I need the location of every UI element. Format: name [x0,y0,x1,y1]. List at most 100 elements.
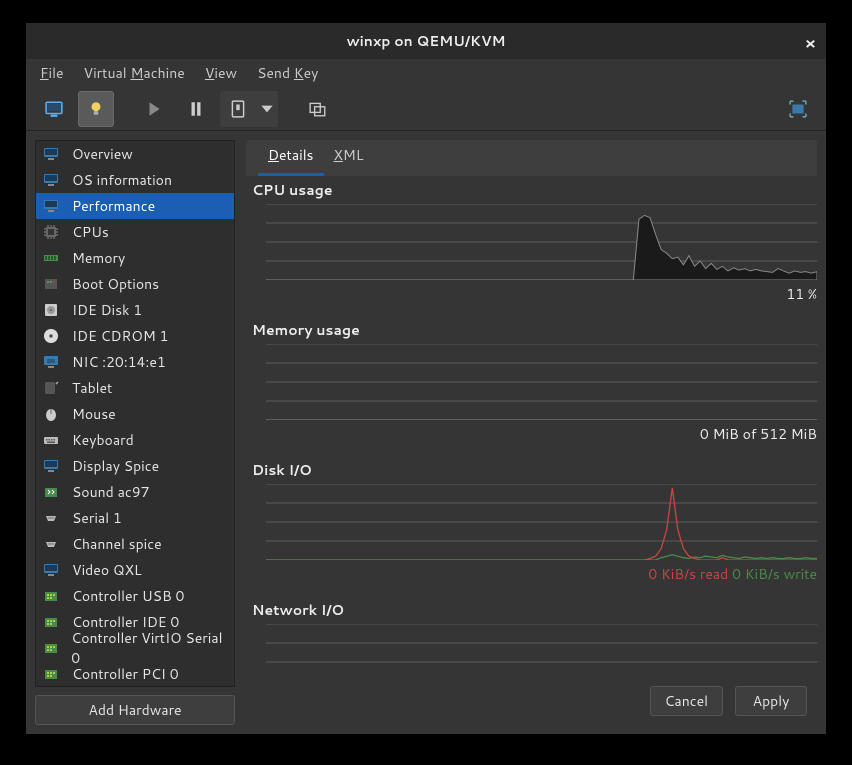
controller-icon [40,639,61,657]
cancel-button[interactable]: Cancel [650,686,724,716]
disk-io-title: Disk I/O [252,460,817,480]
monitor-icon [45,100,63,118]
sidebar-item-label: OS information [72,170,172,190]
apply-button[interactable]: Apply [735,686,807,716]
sidebar-item-label: Channel spice [72,534,162,554]
disk-icon [40,301,62,319]
monitor-icon [40,145,62,163]
sound-icon [40,483,62,501]
disk-io-chart [266,484,817,560]
memory-usage-chart [266,344,817,420]
fullscreen-button[interactable] [780,91,816,127]
sidebar-item-label: Performance [72,196,155,216]
menu-view[interactable]: View [197,61,245,85]
sidebar-item-channel-spice[interactable]: Channel spice [36,531,234,557]
snapshots-button[interactable] [300,91,336,127]
monitor-icon [40,561,62,579]
serial-icon [40,509,62,527]
monitor-icon [40,457,62,475]
network-io-chart [266,624,817,677]
menu-send-key[interactable]: Send Key [249,61,326,85]
titlebar: winxp on QEMU/KVM × [26,23,826,59]
tab-xml[interactable]: XML [324,137,374,176]
sidebar-item-label: IDE CDROM 1 [72,326,168,346]
tab-details[interactable]: Details [258,137,324,176]
sidebar-item-label: Video QXL [72,560,142,580]
sidebar-item-label: Serial 1 [72,508,122,528]
serial-icon [40,535,62,553]
memory-usage-title: Memory usage [252,320,817,340]
sidebar-item-performance[interactable]: Performance [36,193,234,219]
add-hardware-label: Add Hardware [88,700,181,720]
toolbar [26,87,826,131]
sidebar-item-label: Tablet [72,378,112,398]
boot-icon [40,275,62,293]
controller-icon [40,587,62,605]
sidebar-item-label: Boot Options [72,274,159,294]
sidebar-item-video-qxl[interactable]: Video QXL [36,557,234,583]
sidebar-item-overview[interactable]: Overview [36,141,234,167]
shutdown-group [220,91,278,127]
nic-icon [40,353,62,371]
tab-xml-rest: ML [343,145,364,165]
disk-io-section: Disk I/O 0 KiB/s read 0 KiB/s write [252,460,817,584]
sidebar-item-label: Sound ac97 [72,482,150,502]
sidebar-item-boot-options[interactable]: Boot Options [36,271,234,297]
cpu-usage-chart [266,204,817,280]
cpu-usage-title: CPU usage [252,180,817,200]
sidebar-item-cpus[interactable]: CPUs [36,219,234,245]
sidebar-item-keyboard[interactable]: Keyboard [36,427,234,453]
shutdown-button[interactable] [220,91,256,127]
cpu-usage-value: 11 % [252,284,817,304]
close-button[interactable]: × [805,32,816,55]
sidebar-item-os-information[interactable]: OS information [36,167,234,193]
menu-virtual-machine[interactable]: Virtual Machine [76,61,193,85]
sidebar-item-serial-1[interactable]: Serial 1 [36,505,234,531]
run-button[interactable] [136,91,172,127]
sidebar-item-controller-usb-0[interactable]: Controller USB 0 [36,583,234,609]
sidebar-item-label: NIC :20:14:e1 [72,352,166,372]
sidebar-item-label: Controller USB 0 [72,586,184,606]
tab-details-rest: etails [279,145,314,165]
window-title: winxp on QEMU/KVM [346,31,505,51]
footer: Cancel Apply [246,677,817,725]
menu-file[interactable]: File [32,61,72,85]
sidebar-item-ide-disk-1[interactable]: IDE Disk 1 [36,297,234,323]
snapshot-icon [309,100,327,118]
main-panel: Details XML CPU usage 11 % Memory usage … [246,140,817,725]
power-icon [229,100,247,118]
sidebar-item-ide-cdrom-1[interactable]: IDE CDROM 1 [36,323,234,349]
sidebar-item-sound-ac97[interactable]: Sound ac97 [36,479,234,505]
cpu-usage-section: CPU usage 11 % [252,180,817,304]
sidebar-item-tablet[interactable]: Tablet [36,375,234,401]
shutdown-menu-button[interactable] [256,91,278,127]
sidebar-item-controller-virtio-serial-0[interactable]: Controller VirtIO Serial 0 [36,635,234,661]
pause-button[interactable] [178,91,214,127]
sidebar-item-label: IDE Disk 1 [72,300,142,320]
console-view-button[interactable] [36,91,72,127]
play-icon [145,100,163,118]
sidebar-item-label: Overview [72,144,133,164]
monitor-icon [40,197,62,215]
disk-io-value: 0 KiB/s read 0 KiB/s write [252,564,817,584]
sidebar-item-mouse[interactable]: Mouse [36,401,234,427]
tabs: Details XML [246,140,817,176]
keyboard-icon [40,431,62,449]
sidebar-item-memory[interactable]: Memory [36,245,234,271]
sidebar-item-display-spice[interactable]: Display Spice [36,453,234,479]
cdrom-icon [40,327,62,345]
add-hardware-button[interactable]: Add Hardware [35,695,235,725]
sidebar-item-label: Controller VirtIO Serial 0 [71,628,230,668]
disk-read-value: 0 KiB/s read [648,564,728,584]
sidebar-item-label: CPUs [72,222,109,242]
controller-icon [40,613,62,631]
sidebar-item-nic-20-14-e1[interactable]: NIC :20:14:e1 [36,349,234,375]
menubar: File Virtual Machine View Send Key [26,59,826,87]
pause-icon [187,100,205,118]
details-view-button[interactable] [78,91,114,127]
performance-panel: CPU usage 11 % Memory usage 0 MiB of 512… [246,176,817,677]
hardware-sidebar: Overview OS information Performance CPUs Mem… [35,140,235,725]
hardware-list[interactable]: Overview OS information Performance CPUs Mem… [35,140,235,687]
network-io-section: Network I/O 0 KiB/s in 0 KiB/s out [252,600,817,677]
memory-usage-section: Memory usage 0 MiB of 512 MiB [252,320,817,444]
